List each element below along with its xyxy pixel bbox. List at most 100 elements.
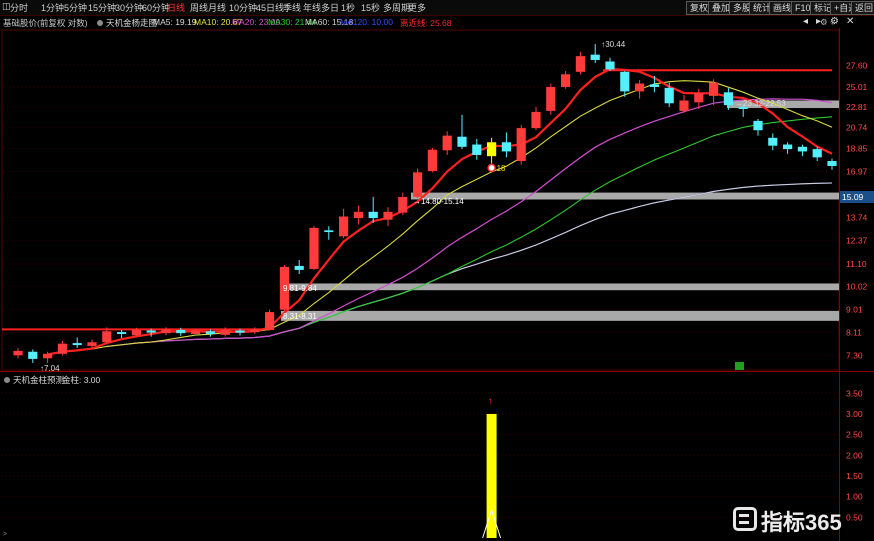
y-tick-label: 10.02: [846, 281, 868, 291]
period-tab[interactable]: 年线: [303, 1, 321, 14]
zone-band-low-bottom: [281, 310, 839, 321]
mid-right-annotation: →23.32-22.53: [735, 99, 786, 108]
candle[interactable]: [442, 131, 452, 155]
y-tick-label: 27.60: [846, 60, 868, 70]
candle[interactable]: [620, 71, 630, 97]
candle[interactable]: [13, 347, 23, 359]
candle[interactable]: [413, 168, 423, 199]
flag-icon: [735, 362, 744, 370]
candle[interactable]: [309, 226, 319, 270]
period-toolbar: ◫ 分时 1分钟 5分钟 15分钟 30分钟 60分钟 日线 周线 月线 10分钟 45日线 季线 年线多…: [0, 0, 874, 16]
candle[interactable]: [827, 158, 837, 170]
candle[interactable]: [265, 309, 275, 331]
toolbar-button[interactable]: 返回: [851, 1, 874, 15]
candle[interactable]: [457, 114, 467, 150]
y-tick-label: 25.01: [846, 82, 868, 92]
candle[interactable]: [561, 71, 571, 89]
period-tab[interactable]: 30分钟: [115, 1, 143, 14]
candle[interactable]: [797, 144, 807, 157]
sub-indicator-name[interactable]: 天机金柱预测: [13, 374, 64, 386]
candle[interactable]: [753, 118, 763, 136]
candle[interactable]: [353, 205, 363, 225]
indicator-name[interactable]: 天机金杨走图: [106, 17, 157, 29]
candle[interactable]: [516, 124, 526, 165]
period-tab[interactable]: 更多: [408, 1, 426, 14]
signal-marker-icon: [487, 163, 496, 173]
period-tab[interactable]: 15分钟: [88, 1, 116, 14]
panel-settings-icon[interactable]: ⚙ ○: [820, 17, 835, 28]
candle[interactable]: [768, 133, 778, 151]
period-tab[interactable]: 分时: [10, 1, 28, 14]
candle[interactable]: [294, 260, 304, 274]
signal-marker-label: 18: [497, 164, 506, 173]
zone-band-low-top: [281, 283, 839, 291]
candle[interactable]: [575, 51, 585, 75]
candle[interactable]: [605, 57, 615, 72]
candle[interactable]: [117, 329, 127, 339]
ma10-line: [77, 80, 833, 351]
kline-chart[interactable]: 27.60 25.01 22.81 20.74 18.85 16.97 15.09 13.74…: [0, 0, 874, 541]
high-annotation: ↑30.44: [601, 40, 626, 49]
candle[interactable]: [205, 329, 215, 337]
candle[interactable]: [590, 44, 600, 64]
period-tab[interactable]: 60分钟: [142, 1, 170, 14]
candle[interactable]: [398, 192, 408, 215]
candle[interactable]: [783, 142, 793, 154]
y-tick-label: 7.30: [846, 350, 863, 360]
candle[interactable]: [339, 208, 349, 239]
price-mode-label[interactable]: 基础股价(前复权 对数): [3, 17, 88, 29]
period-tab[interactable]: 10分钟: [229, 1, 257, 14]
period-tab[interactable]: 1秒: [341, 1, 355, 14]
candle[interactable]: [472, 138, 482, 160]
period-tab[interactable]: 45日线: [256, 1, 284, 14]
candle[interactable]: [324, 226, 334, 240]
sub-y-tick-label: 2.50: [846, 430, 863, 440]
sub-y-tick-label: 3.50: [846, 388, 863, 398]
y-tick-label: 16.97: [846, 166, 868, 176]
period-tab[interactable]: 1分钟: [41, 1, 64, 14]
candle[interactable]: [72, 337, 82, 348]
main-indicator-bar: 基础股价(前复权 对数) 天机金杨走图 MA5: 19.19 MA10: 20.…: [0, 16, 874, 28]
period-tab[interactable]: 5分钟: [64, 1, 87, 14]
period-tab[interactable]: 日线: [167, 1, 185, 14]
candle[interactable]: [709, 79, 719, 106]
period-tab[interactable]: 多日: [321, 1, 339, 14]
watermark-logo: 指标365: [733, 505, 868, 535]
period-tab[interactable]: 15秒: [361, 1, 380, 14]
period-tab[interactable]: 多周期: [383, 1, 410, 14]
candle[interactable]: [57, 340, 67, 356]
sub-settings-icon[interactable]: [4, 375, 10, 385]
zone-low-bottom-annotation: 8.31-8.31: [283, 312, 317, 321]
candle[interactable]: [531, 107, 541, 131]
sub-indicator-bar: 天机金柱预测 金柱: 3.00: [0, 373, 874, 385]
y-tick-label: 8.11: [846, 327, 862, 337]
y-tick-label: 13.74: [846, 212, 868, 222]
y-tick-label: 22.81: [846, 102, 868, 112]
sub-y-tick-label: 1.50: [846, 471, 863, 481]
zone-band-mid: [411, 192, 839, 200]
candle[interactable]: [383, 207, 393, 227]
candle[interactable]: [501, 132, 511, 158]
zone-low-top-annotation: 9.81-9.84: [283, 284, 317, 293]
candle[interactable]: [635, 80, 645, 99]
candle[interactable]: [664, 82, 674, 108]
candle[interactable]: [28, 349, 38, 363]
candle[interactable]: [649, 75, 659, 93]
period-tab[interactable]: 月线: [208, 1, 226, 14]
indicator-settings-icon[interactable]: [97, 18, 103, 28]
candle[interactable]: [427, 147, 437, 173]
current-price-tag-text: 15.09: [842, 192, 864, 202]
sub-indicator-value: 金柱: 3.00: [62, 375, 101, 385]
candle[interactable]: [679, 94, 689, 113]
candle[interactable]: [546, 83, 556, 115]
y-tick-label: 20.74: [846, 123, 868, 133]
candle[interactable]: [368, 196, 378, 223]
ma5-value: MA5: 19.19: [153, 17, 197, 27]
period-tab[interactable]: 季线: [283, 1, 301, 14]
candle[interactable]: [487, 137, 497, 164]
candle[interactable]: [250, 327, 260, 334]
y-tick-label: 11.10: [846, 259, 867, 269]
low-annotation: ↑7.04: [40, 364, 60, 373]
signal-value: 离近线: 25.68: [400, 18, 452, 28]
period-tab[interactable]: 周线: [190, 1, 208, 14]
